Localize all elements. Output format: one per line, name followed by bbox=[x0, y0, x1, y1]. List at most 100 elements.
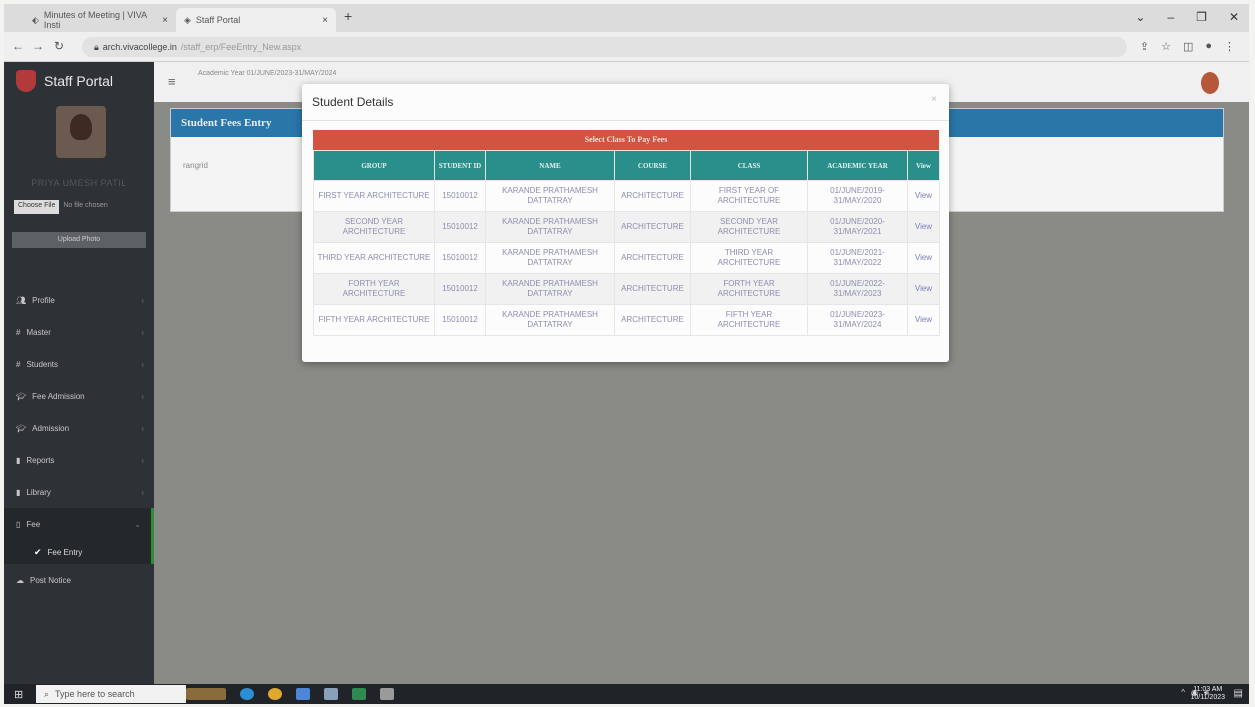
sidebar-item-reports[interactable]: ▮ Reports ‹ bbox=[4, 444, 154, 476]
choose-file-button[interactable]: Choose File bbox=[14, 200, 60, 214]
forward-icon[interactable]: → bbox=[32, 39, 44, 53]
back-icon[interactable]: ← bbox=[12, 39, 24, 53]
tab-close-icon[interactable]: × bbox=[322, 15, 328, 26]
modal-title: Student Details bbox=[312, 95, 394, 109]
browser-menu-icon[interactable]: ⋮ bbox=[1224, 40, 1235, 53]
table-row: SECOND YEAR ARCHITECTURE 15010012 KARAND… bbox=[313, 211, 940, 243]
tray-chevron-icon[interactable]: ^ bbox=[1181, 688, 1185, 698]
class-cell: FIRST YEAR OF ARCHITECTURE bbox=[690, 180, 808, 212]
windows-taskbar: ⊞ ⌕ Type here to search ^ ◉ 🔊︎ 11:03 AM … bbox=[4, 684, 1249, 704]
column-header: CLASS bbox=[690, 150, 808, 181]
college-logo-icon bbox=[16, 70, 36, 92]
url-host: arch.vivacollege.in bbox=[102, 42, 177, 52]
upload-photo-button[interactable]: Upload Photo bbox=[12, 232, 146, 248]
student-details-modal: Student Details × Select Class To Pay Fe… bbox=[302, 84, 949, 362]
chevron-left-icon: ‹ bbox=[141, 455, 144, 465]
table-row: FORTH YEAR ARCHITECTURE 15010012 KARANDE… bbox=[313, 273, 940, 305]
sidebar-item-library[interactable]: ▮ Library ‹ bbox=[4, 476, 154, 508]
table-header-row: GROUP STUDENT ID NAME COURSE CLASS ACADE… bbox=[313, 150, 940, 181]
course-cell: ARCHITECTURE bbox=[614, 211, 691, 243]
taskbar-clock[interactable]: 11:03 AM 10/11/2023 bbox=[1190, 686, 1225, 702]
user-name: PRIYA UMESH PATIL bbox=[31, 178, 127, 188]
file-explorer-icon[interactable] bbox=[296, 688, 310, 700]
mail-icon[interactable] bbox=[324, 688, 338, 700]
student-id-cell: 15010012 bbox=[434, 180, 486, 212]
sidebar-item-label: Fee bbox=[26, 519, 41, 529]
sidebar-menu: 👥︎ Profile ‹ # Master ‹ # Students ‹ 🎓︎ Fee Adm… bbox=[4, 284, 154, 596]
graduation-cap-icon: 🎓︎ bbox=[16, 391, 27, 401]
name-cell: KARANDE PRATHAMESH DATTATRAY bbox=[485, 180, 615, 212]
user-menu-avatar[interactable] bbox=[1201, 72, 1219, 94]
sidebar-item-label: Master bbox=[26, 327, 51, 337]
class-cell: SECOND YEAR ARCHITECTURE bbox=[690, 211, 808, 243]
sidebar-item-students[interactable]: # Students ‹ bbox=[4, 348, 154, 380]
news-widget-icon[interactable] bbox=[186, 688, 226, 700]
student-search-field[interactable]: rangrid bbox=[183, 161, 208, 170]
table-caption: Select Class To Pay Fees bbox=[313, 130, 939, 150]
student-id-cell: 15010012 bbox=[434, 273, 486, 305]
sidepanel-icon[interactable]: ◫ bbox=[1183, 40, 1193, 53]
user-avatar bbox=[56, 106, 106, 158]
close-window-icon[interactable]: ✕ bbox=[1229, 10, 1239, 24]
file-status: No file chosen bbox=[63, 202, 108, 209]
file-icon: ▯ bbox=[16, 519, 21, 529]
edge-icon[interactable] bbox=[240, 688, 254, 700]
browser-tab-minutes[interactable]: ⬖ Minutes of Meeting | VIVA Insti × bbox=[24, 8, 176, 32]
sidebar-item-profile[interactable]: 👥︎ Profile ‹ bbox=[4, 284, 154, 316]
view-link[interactable]: View bbox=[907, 273, 940, 305]
view-link[interactable]: View bbox=[907, 304, 940, 336]
chrome-icon[interactable] bbox=[268, 688, 282, 700]
new-tab-button[interactable]: + bbox=[344, 8, 352, 24]
hamburger-menu-icon[interactable]: ≡ bbox=[168, 74, 176, 89]
app-icon[interactable] bbox=[380, 688, 394, 700]
sidebar-item-post-notice[interactable]: ☁ Post Notice bbox=[4, 564, 154, 596]
sidebar-item-fee[interactable]: ▯ Fee ⌄ bbox=[4, 508, 154, 540]
sidebar-item-admission[interactable]: 🎓︎ Admission ‹ bbox=[4, 412, 154, 444]
bar-chart-icon: ▮ bbox=[16, 455, 21, 465]
maximize-icon[interactable]: ❐ bbox=[1196, 10, 1207, 24]
column-header: COURSE bbox=[614, 150, 691, 181]
browser-tab-staff-portal[interactable]: ◈ Staff Portal × bbox=[176, 8, 336, 32]
tab-label: Minutes of Meeting | VIVA Insti bbox=[43, 10, 147, 30]
browser-tab-bar: ⬖ Minutes of Meeting | VIVA Insti × ◈ St… bbox=[4, 4, 1249, 32]
profile-icon[interactable]: ● bbox=[1205, 40, 1212, 53]
notifications-icon[interactable]: ▤ bbox=[1234, 688, 1243, 699]
minimize-icon[interactable]: – bbox=[1167, 10, 1174, 24]
sidebar-item-label: Fee Entry bbox=[47, 547, 83, 557]
excel-icon[interactable] bbox=[352, 688, 366, 700]
share-icon[interactable]: ⇪ bbox=[1140, 40, 1149, 53]
cloud-icon: ☁ bbox=[16, 575, 24, 585]
group-cell: THIRD YEAR ARCHITECTURE bbox=[313, 242, 435, 274]
photo-file-input[interactable]: Choose File No file chosen bbox=[14, 200, 146, 214]
class-cell: FIFTH YEAR ARCHITECTURE bbox=[690, 304, 808, 336]
reload-icon[interactable]: ↻ bbox=[54, 39, 64, 53]
chevron-left-icon: ‹ bbox=[141, 391, 144, 401]
hash-icon: # bbox=[16, 327, 21, 337]
brand-title: Staff Portal bbox=[44, 73, 114, 89]
view-link[interactable]: View bbox=[907, 180, 940, 212]
class-table-wrapper: Select Class To Pay Fees GROUP STUDENT I… bbox=[313, 130, 940, 336]
tab-close-icon[interactable]: × bbox=[162, 15, 168, 26]
graduation-cap-icon: 🎓︎ bbox=[16, 423, 27, 433]
address-bar-row: ← → ↻ 🔒︎ arch.vivacollege.in/staff_erp/F… bbox=[4, 32, 1249, 62]
taskbar-search[interactable]: ⌕ Type here to search bbox=[36, 685, 186, 703]
brand[interactable]: Staff Portal bbox=[4, 62, 154, 100]
academic-year-select[interactable]: Academic Year 01/JUNE/2023-31/MAY/2024 bbox=[198, 70, 336, 77]
bookmark-star-icon[interactable]: ☆ bbox=[1161, 40, 1171, 53]
book-icon: ▮ bbox=[16, 487, 21, 497]
sidebar-item-fee-admission[interactable]: 🎓︎ Fee Admission ‹ bbox=[4, 380, 154, 412]
url-field[interactable]: 🔒︎ arch.vivacollege.in/staff_erp/FeeEntr… bbox=[82, 37, 1127, 57]
course-cell: ARCHITECTURE bbox=[614, 304, 691, 336]
course-cell: ARCHITECTURE bbox=[614, 180, 691, 212]
tab-list-icon[interactable]: ⌄ bbox=[1135, 10, 1145, 24]
academic-year-cell: 01/JUNE/2020-31/MAY/2021 bbox=[807, 211, 908, 243]
view-link[interactable]: View bbox=[907, 211, 940, 243]
sidebar-item-master[interactable]: # Master ‹ bbox=[4, 316, 154, 348]
view-link[interactable]: View bbox=[907, 242, 940, 274]
chevron-left-icon: ‹ bbox=[141, 295, 144, 305]
sidebar-item-fee-entry[interactable]: ✔ Fee Entry bbox=[4, 540, 154, 564]
group-cell: FIFTH YEAR ARCHITECTURE bbox=[313, 304, 435, 336]
windows-start-icon[interactable]: ⊞ bbox=[14, 688, 23, 701]
sidebar: Staff Portal PRIYA UMESH PATIL Choose Fi… bbox=[4, 62, 154, 684]
modal-close-button[interactable]: × bbox=[931, 94, 937, 105]
